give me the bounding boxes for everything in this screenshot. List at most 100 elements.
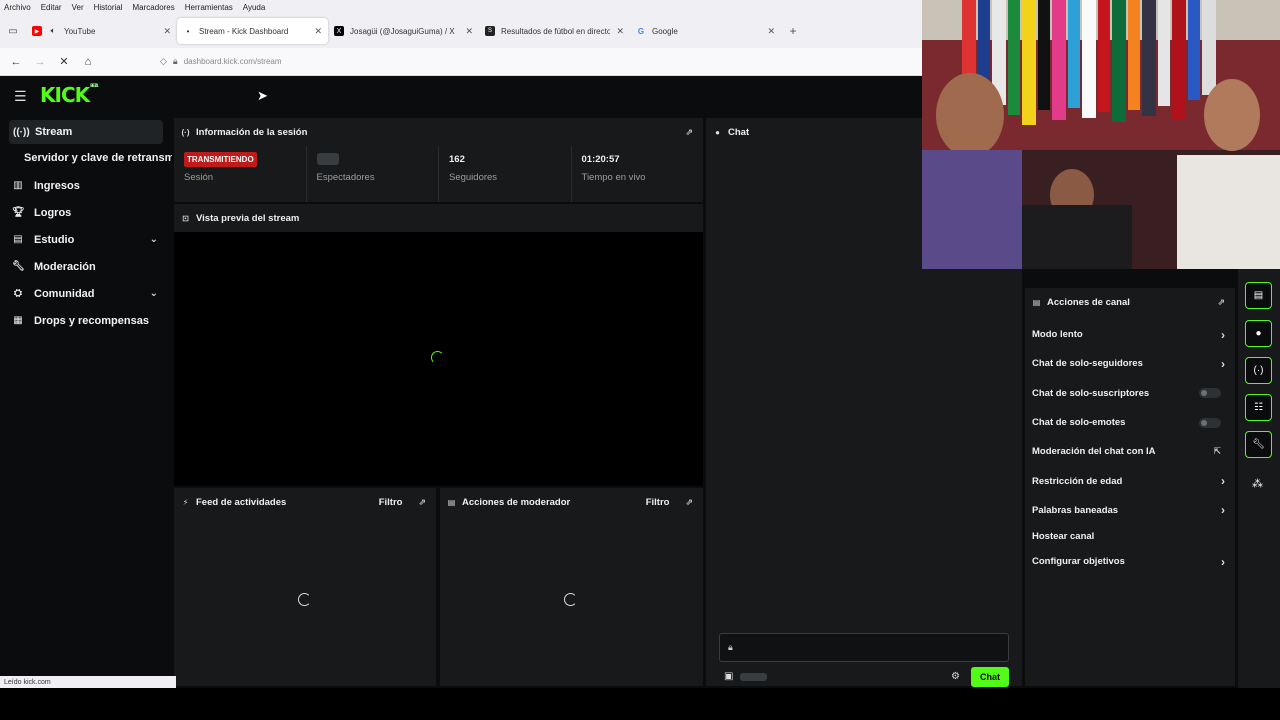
popout-icon[interactable]: ⇗	[1217, 297, 1225, 308]
gear-icon[interactable]: ⚙	[951, 671, 960, 682]
stat-session: TRANSMITIENDO Sesión	[174, 146, 307, 202]
back-button[interactable]: ←	[4, 56, 28, 68]
speaker-icon[interactable]: 🔈︎	[48, 26, 58, 36]
sidebar-item-logros[interactable]: 🏆︎ Logros	[0, 199, 172, 226]
menu-historial[interactable]: Historial	[94, 3, 123, 12]
channel-action-ai-moderation[interactable]: Moderación del chat con IA ⇱	[1025, 437, 1235, 466]
stat-value: 162	[449, 153, 465, 165]
google-icon: G	[637, 26, 645, 36]
close-icon[interactable]: ✕	[314, 26, 322, 37]
sidebar-item-estudio[interactable]: ▤ Estudio ⌄	[0, 226, 172, 253]
tab-google[interactable]: G Google ✕	[630, 18, 781, 44]
menu-editar[interactable]: Editar	[41, 3, 62, 12]
tab-title: Google	[652, 26, 678, 36]
address-bar[interactable]: ◇ 🔒︎ dashboard.kick.com/stream	[160, 56, 282, 67]
sidebar-item-ingresos[interactable]: ▥ Ingresos	[0, 172, 172, 199]
broadcast-icon[interactable]: (·)	[1245, 357, 1272, 384]
clipboard-icon[interactable]: ▤	[1245, 282, 1272, 309]
sidebar-item-stream[interactable]: ((·)) Stream	[9, 120, 163, 144]
channel-action-banned-words[interactable]: Palabras baneadas ›	[1025, 496, 1235, 525]
url-text[interactable]: dashboard.kick.com/stream	[184, 57, 282, 66]
subscribers-only-toggle[interactable]	[1199, 388, 1221, 399]
chevron-down-icon[interactable]: ⌄	[150, 288, 158, 299]
panel-header: ▤ Acciones de moderador Filtro ⇗	[440, 488, 703, 516]
channel-action-followers-only[interactable]: Chat de solo-seguidores ›	[1025, 349, 1235, 378]
menu-archivo[interactable]: Archivo	[4, 3, 31, 12]
channel-actions-panel: ▤ Acciones de canal ⇗ Modo lento › Chat …	[1025, 288, 1235, 686]
popout-icon[interactable]: ⇗	[418, 497, 426, 508]
kick-logo[interactable]: KICKBETA	[40, 83, 98, 107]
live-badge: TRANSMITIENDO	[184, 151, 257, 167]
tab-list-icon[interactable]: ▭	[0, 14, 26, 48]
session-info-panel: (·) Información de la sesión ⇗ TRANSMITI…	[174, 118, 703, 202]
new-tab-button[interactable]: +	[781, 24, 805, 38]
forward-button[interactable]: →	[28, 56, 52, 68]
popout-icon[interactable]: ⇗	[685, 127, 693, 138]
chat-bubble-icon[interactable]: ●	[1245, 320, 1272, 347]
panel-header: ⚡︎ Feed de actividades Filtro ⇗	[174, 488, 436, 516]
x-icon: X	[334, 26, 344, 36]
tab-x[interactable]: X Josagüi (@JosaguiGuma) / X ✕	[328, 18, 479, 44]
stat-viewers: Espectadores	[307, 146, 439, 202]
sidebar-item-comunidad[interactable]: ⛭ Comunidad ⌄	[0, 280, 172, 307]
send-chat-button[interactable]: Chat	[971, 667, 1009, 687]
filter-button[interactable]: Filtro	[379, 497, 403, 508]
tab-youtube[interactable]: ▶ 🔈︎ YouTube ✕	[26, 18, 177, 44]
lock-icon: 🔒︎	[728, 642, 733, 652]
browser-tabbar: ▭ ▶ 🔈︎ YouTube ✕ • Stream - Kick Dashboa…	[0, 14, 922, 48]
shield-icon[interactable]: ◇	[160, 56, 167, 67]
menu-herramientas[interactable]: Herramientas	[185, 3, 233, 12]
moderator-actions-panel: ▤ Acciones de moderador Filtro ⇗	[440, 488, 703, 686]
menu-icon[interactable]: ☰	[14, 88, 27, 105]
sidebar-item-moderacion[interactable]: 🔧︎ Moderación	[0, 253, 172, 280]
gift-icon: ▦	[13, 315, 23, 326]
menu-ver[interactable]: Ver	[72, 3, 84, 12]
channel-action-goals[interactable]: Configurar objetivos ›	[1025, 547, 1235, 576]
chat-bubble-icon: ●	[715, 127, 720, 137]
panel-title: Vista previa del stream	[196, 212, 300, 224]
tab-kick-dashboard[interactable]: • Stream - Kick Dashboard ✕	[177, 18, 328, 44]
close-icon[interactable]: ✕	[465, 26, 473, 37]
emotes-only-toggle[interactable]	[1199, 417, 1221, 428]
youtube-icon: ▶	[32, 26, 42, 36]
stat-label: Seguidores	[449, 172, 498, 183]
close-icon[interactable]: ✕	[616, 26, 624, 37]
sidebar-item-server-key[interactable]: Servidor y clave de retransmisión	[0, 144, 172, 172]
channel-action-slow-mode[interactable]: Modo lento ›	[1025, 320, 1235, 349]
panel-title: Chat	[728, 126, 750, 138]
close-icon[interactable]: ✕	[163, 26, 171, 37]
channel-action-label: Chat de solo-emotes	[1032, 417, 1126, 429]
home-button[interactable]: ⌂	[76, 56, 100, 68]
wrench-icon: 🔧︎	[12, 261, 25, 272]
stat-label: Espectadores	[316, 172, 375, 183]
broadcast-icon: ((·))	[13, 126, 30, 138]
sidebar-item-label: Moderación	[34, 260, 96, 273]
panel-header: ⊡ Vista previa del stream	[174, 204, 703, 232]
filter-button[interactable]: Filtro	[646, 497, 670, 508]
list-icon[interactable]: ☷	[1245, 394, 1272, 421]
channel-action-age-restriction[interactable]: Restricción de edad ›	[1025, 466, 1235, 495]
nodes-icon[interactable]: ⁂	[1252, 477, 1263, 490]
sidebar-item-drops[interactable]: ▦ Drops y recompensas	[0, 307, 172, 334]
kick-icon: •	[186, 26, 190, 36]
wrench-icon[interactable]: 🔧︎	[1245, 431, 1272, 458]
sidebar-item-label: Ingresos	[34, 179, 80, 192]
studio-icon: ▤	[13, 234, 23, 245]
top-nav: ☰ KICKBETA ➤	[0, 76, 922, 116]
tab-sofascore[interactable]: S Resultados de fútbol en directo ✕	[479, 18, 630, 44]
menu-ayuda[interactable]: Ayuda	[243, 3, 266, 12]
channel-action-label: Moderación del chat con IA	[1032, 446, 1156, 458]
channel-action-label: Palabras baneadas	[1032, 504, 1119, 516]
stop-button[interactable]: ✕	[52, 55, 76, 68]
channel-action-host-channel[interactable]: Hostear canal	[1025, 525, 1235, 547]
close-icon[interactable]: ✕	[767, 26, 775, 37]
chevron-down-icon[interactable]: ⌄	[150, 234, 158, 245]
clipboard-icon: ▤	[1032, 297, 1041, 307]
store-icon[interactable]: ▣	[724, 671, 733, 682]
sidebar-item-label: Estudio	[34, 233, 75, 246]
broadcast-icon: (·)	[181, 127, 190, 137]
popout-icon[interactable]: ⇗	[685, 497, 693, 508]
chat-input[interactable]: 🔒︎	[719, 633, 1009, 662]
lock-icon[interactable]: 🔒︎	[173, 56, 178, 67]
menu-marcadores[interactable]: Marcadores	[133, 3, 175, 12]
